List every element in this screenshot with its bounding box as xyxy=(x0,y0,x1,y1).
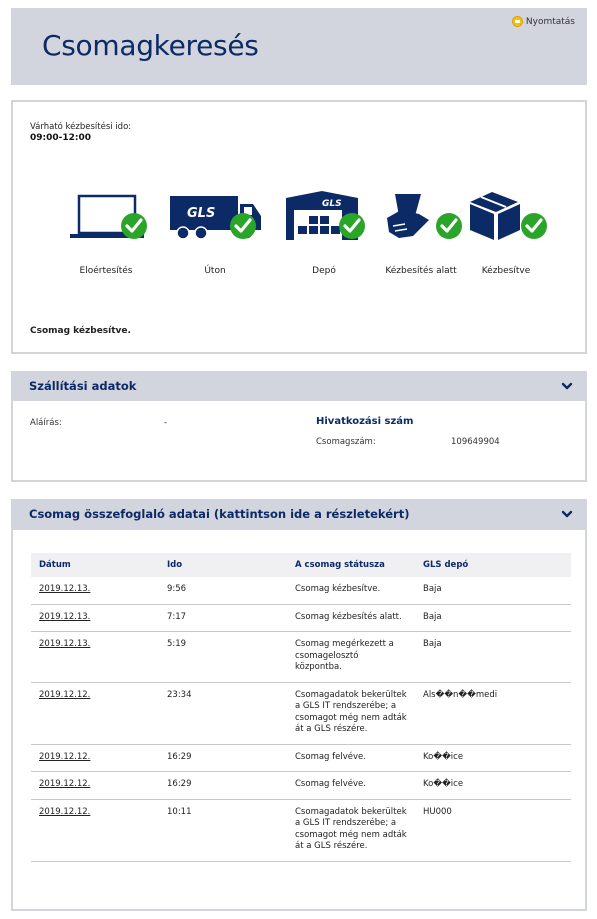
parcel-summary-title: Csomag összefoglaló adatai (kattintson i… xyxy=(29,507,410,521)
box-icon xyxy=(470,192,547,240)
event-status: Csomagadatok bekerültek a GLS IT rendsze… xyxy=(287,682,415,745)
table-row: 2019.12.13. 5:19 Csomag megérkezett a cs… xyxy=(31,631,571,683)
column-header-status: A csomag státusza xyxy=(287,553,415,577)
column-header-depot: GLS depó xyxy=(415,553,571,577)
event-status: Csomag felvéve. xyxy=(287,744,415,772)
chevron-down-icon[interactable] xyxy=(561,508,573,520)
print-label: Nyomtatás xyxy=(525,16,575,27)
shipping-details-header[interactable]: Szállítási adatok xyxy=(13,371,585,401)
event-status: Csomag kézbesítés alatt. xyxy=(287,604,415,632)
event-time: 9:56 xyxy=(159,577,287,605)
column-header-time: Ido xyxy=(159,553,287,577)
event-status: Csomag felvéve. xyxy=(287,771,415,800)
reference-number-title: Hivatkozási szám xyxy=(316,416,414,427)
event-date-link[interactable]: 2019.12.13. xyxy=(31,577,159,605)
event-depot: Baja xyxy=(415,631,571,683)
page-header: Csomagkeresés Nyomtatás xyxy=(11,8,587,85)
event-date-link[interactable]: 2019.12.13. xyxy=(31,631,159,683)
event-date-link[interactable]: 2019.12.13. xyxy=(31,604,159,632)
table-row: 2019.12.13. 7:17 Csomag kézbesítés alatt… xyxy=(31,604,571,632)
print-link[interactable]: Nyomtatás xyxy=(511,16,575,27)
event-status: Csomagadatok bekerültek a GLS IT rendsze… xyxy=(287,799,415,862)
step-in-transit: GLS Úton xyxy=(165,188,265,276)
step-label: Kézbesítve xyxy=(481,266,531,276)
event-date-link[interactable]: 2019.12.12. xyxy=(31,744,159,772)
eta-label: Várható kézbesítési ido: xyxy=(30,122,132,132)
event-status: Csomag megérkezett a csomagelosztó közpo… xyxy=(287,631,415,683)
parcel-events-table: Dátum Ido A csomag státusza GLS depó 201… xyxy=(31,553,571,862)
event-depot: HU000 xyxy=(415,799,571,862)
svg-text:GLS: GLS xyxy=(187,206,215,221)
gls-depot-icon: GLS xyxy=(286,191,365,240)
column-header-date: Dátum xyxy=(31,553,159,577)
delivered-status-text: Csomag kézbesítve. xyxy=(30,326,131,336)
parcel-summary-header[interactable]: Csomag összefoglaló adatai (kattintson i… xyxy=(13,499,585,530)
laptop-icon xyxy=(70,194,147,239)
table-row: 2019.12.12. 16:29 Csomag felvéve. Ko��ic… xyxy=(31,771,571,800)
event-status: Csomag kézbesítve. xyxy=(287,577,415,605)
delivery-status-panel: Várható kézbesítési ido: 09:00-12:00 Elo… xyxy=(11,100,587,354)
shipping-details-panel: Szállítási adatok Aláírás: - Hivatkozási… xyxy=(11,371,587,482)
parcel-number-value: 109649904 xyxy=(451,437,500,447)
signature-value: - xyxy=(164,418,168,428)
parcel-number-label: Csomagszám: xyxy=(316,437,376,447)
event-depot: Baja xyxy=(415,604,571,632)
print-icon xyxy=(511,16,523,27)
step-delivered: Kézbesítve xyxy=(456,188,556,276)
chevron-down-icon[interactable] xyxy=(561,380,573,392)
event-time: 7:17 xyxy=(159,604,287,632)
signature-label: Aláírás: xyxy=(30,418,62,428)
parcel-summary-panel: Csomag összefoglaló adatai (kattintson i… xyxy=(11,499,587,911)
event-time: 10:11 xyxy=(159,799,287,862)
event-depot: Als��n��medi xyxy=(415,682,571,745)
event-depot: Baja xyxy=(415,577,571,605)
table-header-row: Dátum Ido A csomag státusza GLS depó xyxy=(31,553,571,577)
shipping-details-title: Szállítási adatok xyxy=(29,379,137,393)
step-prenotification: Eloértesítés xyxy=(56,188,156,276)
event-date-link[interactable]: 2019.12.12. xyxy=(31,799,159,862)
table-row: 2019.12.12. 16:29 Csomag felvéve. Ko��ic… xyxy=(31,744,571,772)
svg-text:GLS: GLS xyxy=(322,199,342,209)
step-label: Depó xyxy=(312,266,336,276)
table-row: 2019.12.13. 9:56 Csomag kézbesítve. Baja xyxy=(31,577,571,605)
event-depot: Ko��ice xyxy=(415,744,571,772)
event-time: 16:29 xyxy=(159,744,287,772)
event-time: 23:34 xyxy=(159,682,287,745)
step-depot: GLS Depó xyxy=(274,188,374,276)
page-title: Csomagkeresés xyxy=(42,29,259,62)
eta-value: 09:00-12:00 xyxy=(30,133,92,143)
event-time: 5:19 xyxy=(159,631,287,683)
table-row: 2019.12.12. 10:11 Csomagadatok bekerülte… xyxy=(31,799,571,862)
table-row: 2019.12.12. 23:34 Csomagadatok bekerülte… xyxy=(31,682,571,745)
event-date-link[interactable]: 2019.12.12. xyxy=(31,771,159,800)
event-time: 16:29 xyxy=(159,771,287,800)
event-depot: Ko��ice xyxy=(415,771,571,800)
gls-truck-icon: GLS xyxy=(170,196,261,240)
event-date-link[interactable]: 2019.12.12. xyxy=(31,682,159,745)
step-label: Eloértesítés xyxy=(79,266,133,276)
step-label: Úton xyxy=(204,266,226,276)
